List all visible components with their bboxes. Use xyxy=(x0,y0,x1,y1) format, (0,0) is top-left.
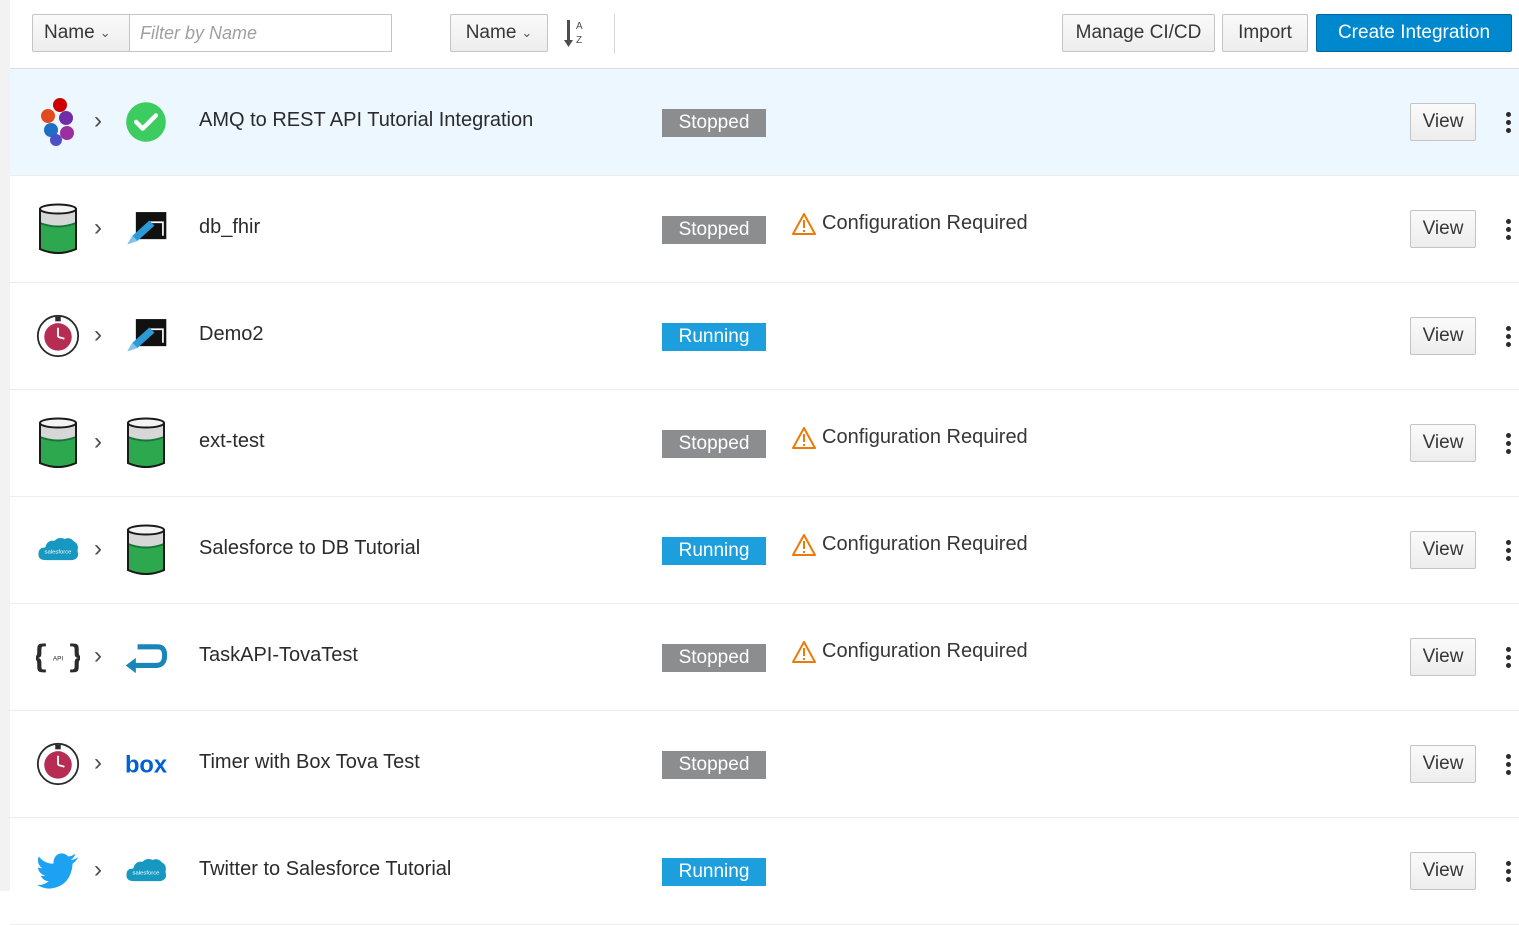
kebab-menu-icon[interactable] xyxy=(1502,321,1514,351)
integration-name[interactable]: Demo2 xyxy=(199,323,263,346)
filter-input[interactable] xyxy=(130,14,392,52)
svg-text:Z: Z xyxy=(576,35,582,46)
fhir-icon xyxy=(124,203,168,255)
integration-row[interactable]: › db_fhir Stopped Configuration Required Vie… xyxy=(10,176,1519,283)
warning-icon xyxy=(792,534,816,556)
fhir-icon xyxy=(124,310,168,362)
chevron-right-icon: › xyxy=(94,642,102,669)
amq-icon xyxy=(36,96,80,148)
warning-icon xyxy=(792,213,816,235)
create-integration-button[interactable]: Create Integration xyxy=(1316,14,1512,52)
view-button[interactable]: View xyxy=(1410,103,1476,141)
status-badge: Stopped xyxy=(662,216,766,244)
integration-name[interactable]: Salesforce to DB Tutorial xyxy=(199,537,420,560)
view-button[interactable]: View xyxy=(1410,745,1476,783)
box-icon xyxy=(124,738,168,790)
chevron-right-icon: › xyxy=(94,214,102,241)
status-badge: Stopped xyxy=(662,109,766,137)
configuration-warning: Configuration Required xyxy=(792,426,1028,449)
view-button[interactable]: View xyxy=(1410,424,1476,462)
view-button[interactable]: View xyxy=(1410,317,1476,355)
status-badge: Running xyxy=(662,323,766,351)
svg-text:A: A xyxy=(576,21,583,32)
integration-name[interactable]: TaskAPI-TovaTest xyxy=(199,644,358,667)
timer-icon xyxy=(36,310,80,362)
warning-label: Configuration Required xyxy=(822,533,1028,555)
kebab-menu-icon[interactable] xyxy=(1502,642,1514,672)
warning-icon xyxy=(792,641,816,663)
configuration-warning: Configuration Required xyxy=(792,212,1028,235)
kebab-menu-icon[interactable] xyxy=(1502,428,1514,458)
status-badge: Stopped xyxy=(662,751,766,779)
integration-name[interactable]: Twitter to Salesforce Tutorial xyxy=(199,858,451,881)
integration-row[interactable]: › Salesforce to DB Tutorial Running Configu… xyxy=(10,497,1519,604)
integration-name[interactable]: db_fhir xyxy=(199,216,260,239)
sort-field-dropdown[interactable]: Name ⌄ xyxy=(450,14,548,52)
warning-label: Configuration Required xyxy=(822,640,1028,662)
chevron-right-icon: › xyxy=(94,107,102,134)
database-icon xyxy=(124,417,168,469)
configuration-warning: Configuration Required xyxy=(792,533,1028,556)
warning-label: Configuration Required xyxy=(822,426,1028,448)
status-badge: Running xyxy=(662,537,766,565)
chevron-right-icon: › xyxy=(94,321,102,348)
view-button[interactable]: View xyxy=(1410,638,1476,676)
database-icon xyxy=(124,524,168,576)
status-badge: Stopped xyxy=(662,430,766,458)
view-button[interactable]: View xyxy=(1410,852,1476,890)
integration-row[interactable]: › AMQ to REST API Tutorial Integration Sto… xyxy=(10,69,1519,176)
warning-label: Configuration Required xyxy=(822,212,1028,234)
api-return-icon xyxy=(124,631,168,683)
sort-field-label: Name xyxy=(465,22,517,43)
database-icon xyxy=(36,203,80,255)
timer-icon xyxy=(36,738,80,790)
integration-name[interactable]: AMQ to REST API Tutorial Integration xyxy=(199,109,533,132)
chevron-right-icon: › xyxy=(94,535,102,562)
filter-type-label: Name xyxy=(44,22,95,43)
configuration-warning: Configuration Required xyxy=(792,640,1028,663)
twitter-icon xyxy=(36,845,80,897)
chevron-down-icon: ⌄ xyxy=(99,25,111,40)
integration-name[interactable]: ext-test xyxy=(199,430,265,453)
view-button[interactable]: View xyxy=(1410,531,1476,569)
chevron-right-icon: › xyxy=(94,856,102,883)
warning-icon xyxy=(792,427,816,449)
kebab-menu-icon[interactable] xyxy=(1502,856,1514,886)
kebab-menu-icon[interactable] xyxy=(1502,107,1514,137)
chevron-right-icon: › xyxy=(94,749,102,776)
status-badge: Running xyxy=(662,858,766,886)
integration-name[interactable]: Timer with Box Tova Test xyxy=(199,751,420,774)
integration-row[interactable]: › ext-test Stopped Configuration Required Vi… xyxy=(10,390,1519,497)
filter-type-dropdown[interactable]: Name ⌄ xyxy=(32,14,130,52)
kebab-menu-icon[interactable] xyxy=(1502,535,1514,565)
import-button[interactable]: Import xyxy=(1222,14,1308,52)
chevron-down-icon: ⌄ xyxy=(521,25,533,40)
manage-cicd-button[interactable]: Manage CI/CD xyxy=(1062,14,1215,52)
status-badge: Stopped xyxy=(662,644,766,672)
sort-alpha-ascending-icon[interactable]: A Z xyxy=(564,18,590,48)
integration-row[interactable]: › Twitter to Salesforce Tutorial Running Vi… xyxy=(10,818,1519,925)
api-icon xyxy=(36,631,80,683)
integration-row[interactable]: › Timer with Box Tova Test Stopped View xyxy=(10,711,1519,818)
check-circle-icon xyxy=(124,96,168,148)
integration-row[interactable]: › TaskAPI-TovaTest Stopped Configuration Re… xyxy=(10,604,1519,711)
integration-row[interactable]: › Demo2 Running View xyxy=(10,283,1519,390)
toolbar-divider xyxy=(614,14,615,54)
kebab-menu-icon[interactable] xyxy=(1502,749,1514,779)
toolbar: Name ⌄ Name ⌄ A Z Manage CI/CD Import Crea… xyxy=(10,0,1519,69)
left-gutter xyxy=(0,0,10,891)
database-icon xyxy=(36,417,80,469)
salesforce-icon xyxy=(124,845,168,897)
kebab-menu-icon[interactable] xyxy=(1502,214,1514,244)
view-button[interactable]: View xyxy=(1410,210,1476,248)
salesforce-icon xyxy=(36,524,80,576)
chevron-right-icon: › xyxy=(94,428,102,455)
